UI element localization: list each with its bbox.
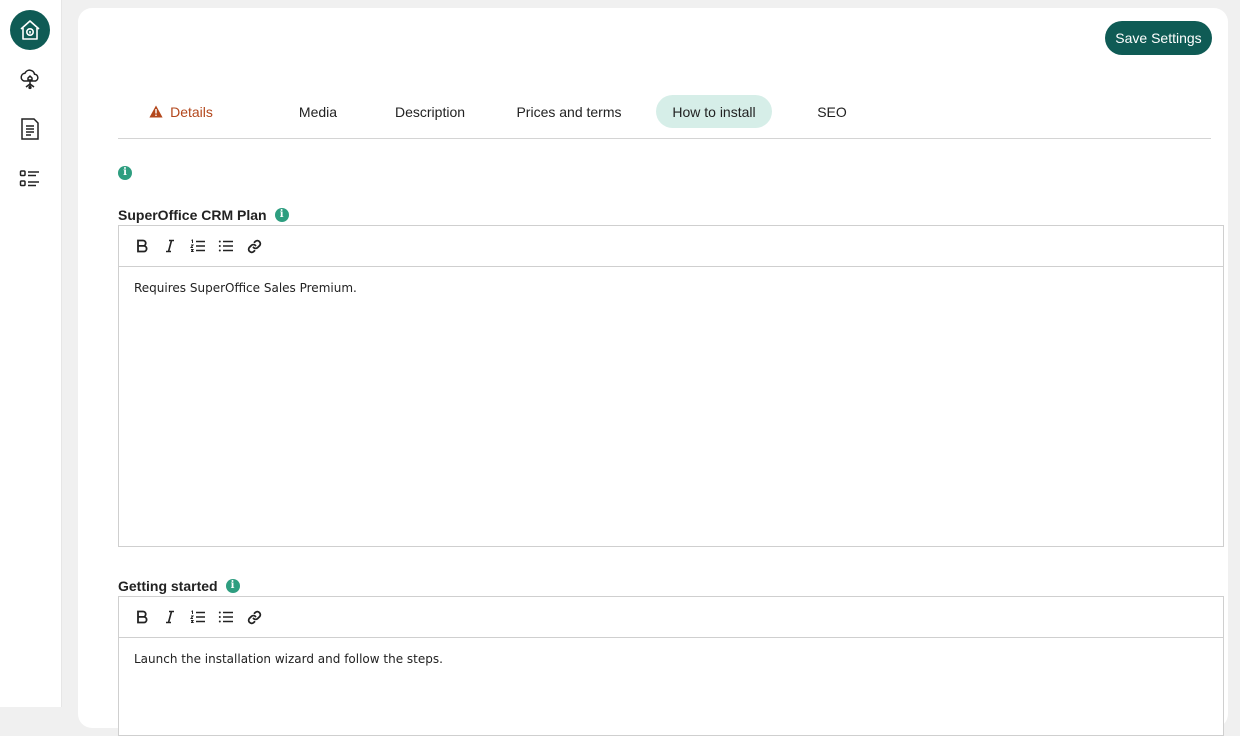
ordered-list-icon	[190, 610, 205, 623]
rich-text-editor-getting-started: Launch the installation wizard and follo…	[118, 596, 1224, 736]
editor-toolbar	[119, 226, 1223, 267]
sidebar-item-list[interactable]	[10, 159, 50, 199]
italic-button[interactable]	[159, 606, 181, 628]
sidebar-item-home[interactable]	[10, 10, 50, 50]
warning-icon	[149, 105, 163, 118]
bold-button[interactable]	[131, 606, 153, 628]
link-button[interactable]	[243, 606, 265, 628]
sidebar-item-cloud[interactable]	[10, 59, 50, 99]
sidebar-item-documents[interactable]	[10, 109, 50, 149]
field-label-crm-plan: SuperOffice CRM Plan i	[118, 207, 289, 223]
info-icon[interactable]: i	[274, 208, 289, 222]
info-icon[interactable]: i	[225, 579, 240, 593]
tab-details[interactable]: Details	[136, 95, 226, 128]
settings-card: Save Settings Details Media Description …	[78, 8, 1228, 736]
italic-icon	[166, 239, 174, 253]
save-settings-button[interactable]: Save Settings	[1105, 21, 1212, 55]
tab-seo[interactable]: SEO	[806, 95, 858, 128]
info-icon[interactable]: i	[118, 166, 132, 180]
tab-label: Description	[394, 103, 466, 120]
tab-label: Details	[170, 103, 213, 120]
bullet-list-button[interactable]	[215, 606, 237, 628]
tab-label: Media	[298, 103, 338, 120]
field-label-getting-started: Getting started i	[118, 578, 240, 594]
field-label-text: Getting started	[118, 578, 218, 594]
italic-button[interactable]	[159, 235, 181, 257]
bullet-list-button[interactable]	[215, 235, 237, 257]
link-icon	[247, 610, 261, 624]
bold-icon	[137, 239, 148, 253]
home-icon	[18, 18, 42, 42]
tab-label: How to install	[672, 103, 756, 120]
tab-how-to-install[interactable]: How to install	[656, 95, 772, 128]
bullet-list-icon	[218, 611, 233, 623]
editor-toolbar	[119, 597, 1223, 638]
ordered-list-button[interactable]	[187, 235, 209, 257]
cloud-network-icon	[18, 67, 42, 91]
ordered-list-button[interactable]	[187, 606, 209, 628]
bold-icon	[137, 610, 148, 624]
field-label-text: SuperOffice CRM Plan	[118, 207, 267, 223]
tab-label: SEO	[817, 103, 847, 120]
checklist-icon	[18, 167, 42, 191]
italic-icon	[166, 610, 174, 624]
editor-content[interactable]: Launch the installation wizard and follo…	[119, 638, 1223, 680]
bold-button[interactable]	[131, 235, 153, 257]
document-icon	[19, 117, 41, 141]
tab-media[interactable]: Media	[288, 95, 348, 128]
sidebar	[0, 0, 62, 707]
bullet-list-icon	[218, 240, 233, 252]
link-button[interactable]	[243, 235, 265, 257]
link-icon	[247, 239, 261, 253]
rich-text-editor-crm-plan: Requires SuperOffice Sales Premium.	[118, 225, 1224, 547]
tab-description[interactable]: Description	[384, 95, 476, 128]
tab-label: Prices and terms	[516, 103, 622, 120]
ordered-list-icon	[190, 239, 205, 252]
tab-bar: Details Media Description Prices and ter…	[118, 95, 1211, 139]
editor-content[interactable]: Requires SuperOffice Sales Premium.	[119, 267, 1223, 309]
tab-prices-and-terms[interactable]: Prices and terms	[508, 95, 630, 128]
